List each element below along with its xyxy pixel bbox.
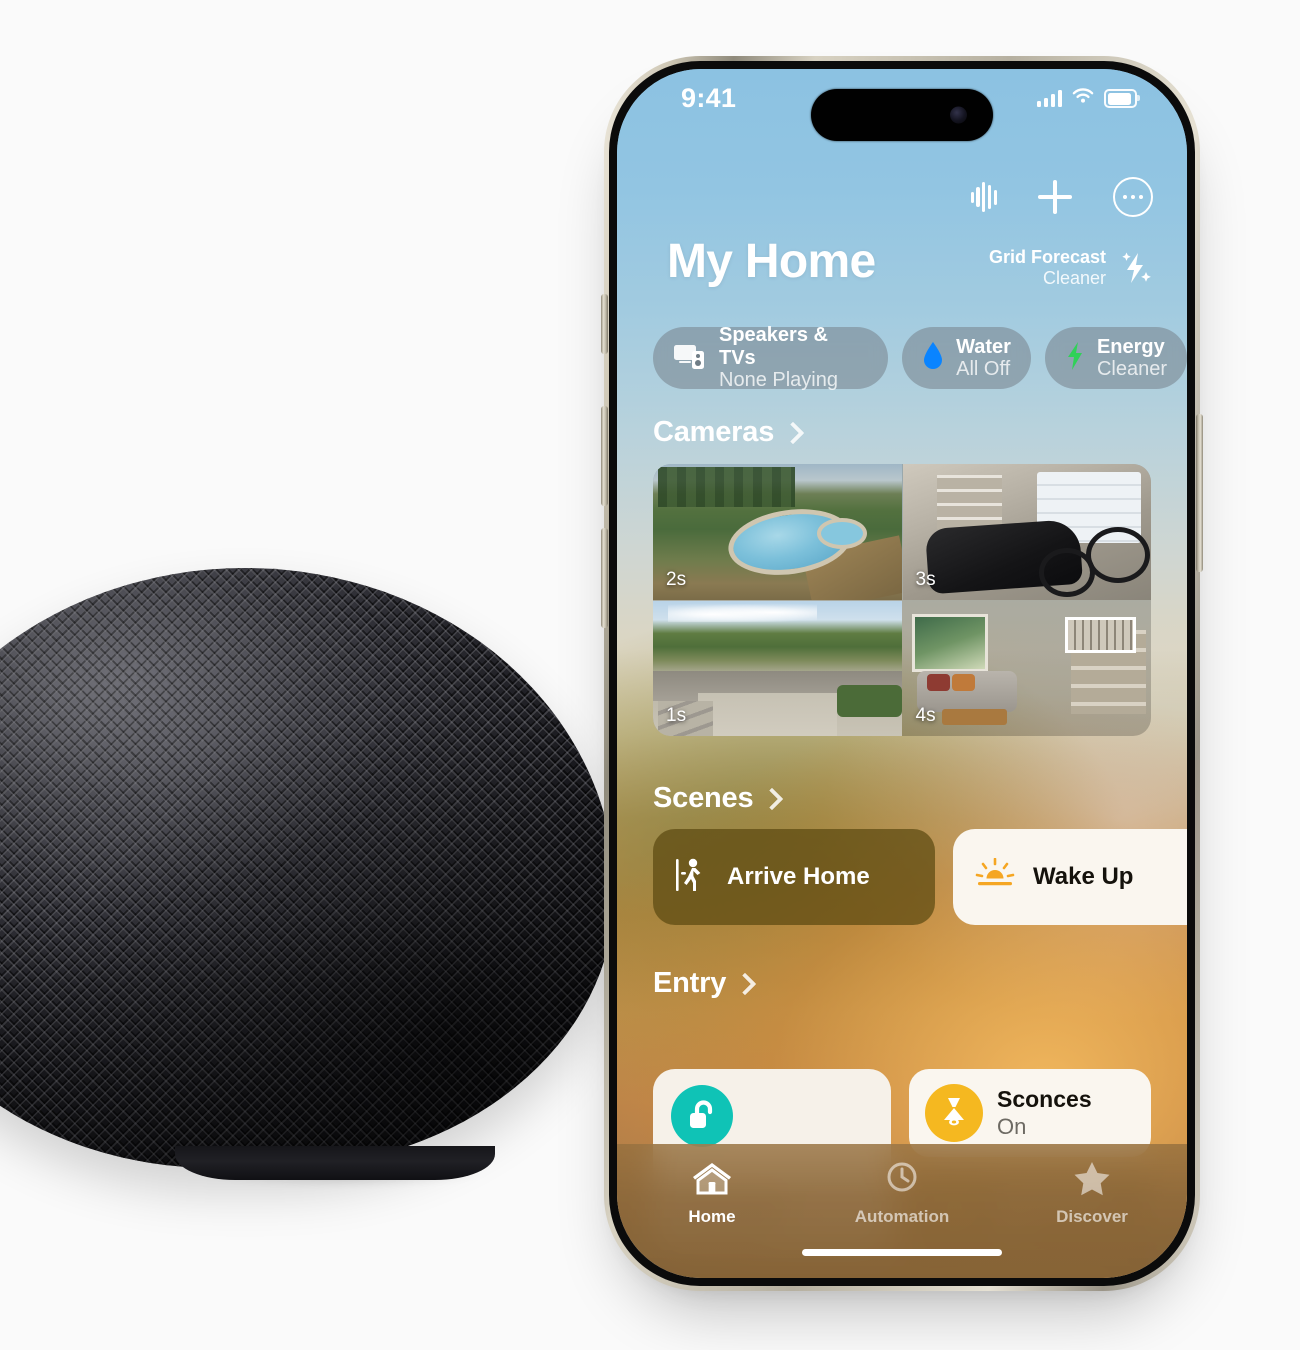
action-button[interactable] [601, 294, 608, 354]
home-indicator[interactable] [802, 1249, 1002, 1256]
status-pill-title: Water [956, 335, 1011, 358]
wifi-icon [1071, 87, 1095, 110]
water-drop-icon [922, 341, 944, 376]
tab-label: Home [688, 1207, 736, 1226]
battery-icon [1104, 89, 1140, 108]
status-pill-text: Speakers & TVs None Playing [719, 324, 868, 391]
chevron-right-icon [764, 789, 775, 808]
section-title-cameras: Cameras [653, 416, 775, 448]
camera-tile-garage[interactable]: 3s [902, 464, 1151, 600]
bolt-icon [1065, 341, 1085, 376]
volume-up-button[interactable] [601, 406, 608, 506]
accessory-status: On [997, 1113, 1027, 1139]
status-pill-title: Energy [1096, 335, 1165, 358]
status-pill-water[interactable]: Water All Off [902, 327, 1031, 389]
cameras-grid: 2s 3s 1s 4s [653, 464, 1151, 736]
camera-tile-driveway[interactable]: 1s [653, 600, 902, 736]
homepod-mini-device [0, 568, 615, 1188]
section-header-entry[interactable]: Entry [653, 967, 748, 1000]
camera-timestamp: 1s [666, 705, 687, 726]
camera-timestamp: 4s [915, 705, 936, 726]
accessory-label: Sconces [997, 1086, 1092, 1113]
section-header-cameras[interactable]: Cameras [653, 416, 796, 449]
tab-bar: Home Automation Discover [617, 1144, 1187, 1278]
section-title-scenes: Scenes [653, 782, 754, 814]
section-title-entry: Entry [653, 967, 727, 999]
grid-forecast-text: Grid Forecast Cleaner [989, 247, 1106, 289]
tab-home[interactable]: Home [617, 1160, 807, 1227]
scene-label: Arrive Home [727, 863, 870, 890]
front-camera-icon [950, 106, 967, 124]
scene-coffee-table [942, 708, 1007, 726]
scene-tile-wake-up[interactable]: Wake Up [953, 829, 1187, 925]
volume-down-button[interactable] [601, 528, 608, 628]
sunrise-icon [975, 857, 1015, 897]
home-toolbar [970, 177, 1153, 217]
section-header-scenes[interactable]: Scenes [653, 782, 775, 815]
status-pill-subtitle: None Playing [719, 369, 838, 392]
power-button[interactable] [1196, 414, 1203, 572]
lock-open-icon [671, 1085, 733, 1147]
cellular-bars-icon [1036, 90, 1062, 107]
camera-tile-pool[interactable]: 2s [653, 464, 902, 600]
scene-driveway [697, 692, 837, 736]
scene-trees [657, 466, 795, 508]
bolt-sparkle-icon [1117, 249, 1153, 287]
homepod-base [175, 1146, 495, 1180]
status-pill-text: Energy Cleaner [1097, 336, 1167, 381]
person-walking-door-icon [675, 855, 709, 900]
status-bar-time: 9:41 [681, 83, 737, 113]
plus-icon[interactable] [1038, 180, 1072, 214]
status-pill-title: Speakers & TVs [719, 324, 828, 369]
grid-forecast-title: Grid Forecast [988, 247, 1106, 267]
scene-photo-wall [1065, 616, 1137, 653]
scene-bicycle [1037, 521, 1151, 598]
camera-timestamp: 3s [915, 568, 936, 590]
tv-speaker-icon [673, 342, 707, 375]
scene-cushion [927, 673, 950, 692]
camera-tile-living-room[interactable]: 4s [903, 601, 1152, 737]
waveform-icon[interactable] [970, 181, 997, 213]
status-pills: Speakers & TVs None Playing Water All Of… [653, 324, 1187, 391]
tab-discover[interactable]: Discover [997, 1160, 1187, 1227]
scenes-row: Arrive Home Wake Up [653, 829, 1187, 925]
scene-clouds [667, 603, 817, 623]
more-options-icon[interactable] [1113, 177, 1153, 217]
status-bar-indicators [1036, 87, 1140, 110]
scene-tile-arrive-home[interactable]: Arrive Home [653, 829, 935, 925]
scene-label: Wake Up [1033, 863, 1134, 890]
clock-check-icon [882, 1160, 922, 1201]
scene-artwork [912, 614, 989, 672]
chevron-right-icon [737, 974, 748, 993]
dynamic-island [811, 89, 993, 141]
status-pill-subtitle: All Off [956, 358, 1011, 380]
homepod-body [0, 568, 615, 1168]
homepod-shading [0, 568, 615, 1168]
scene-cushion [952, 673, 975, 692]
grid-forecast-widget[interactable]: Grid Forecast Cleaner [989, 247, 1153, 289]
star-icon [1072, 1160, 1112, 1201]
camera-timestamp: 2s [666, 568, 687, 590]
tab-label: Automation [854, 1207, 950, 1226]
iphone-device: 9:41 My Home Grid Forecast Cleaner Speak… [601, 56, 1203, 1291]
accessory-text: Sconces On [997, 1086, 1092, 1139]
tab-automation[interactable]: Automation [807, 1160, 997, 1227]
status-pill-energy[interactable]: Energy Cleaner [1044, 327, 1187, 389]
phone-screen: 9:41 My Home Grid Forecast Cleaner Speak… [617, 69, 1187, 1278]
scene-shelf [937, 474, 1002, 530]
chevron-right-icon [785, 423, 796, 442]
house-icon [691, 1160, 733, 1201]
grid-forecast-subtitle: Cleaner [1042, 268, 1106, 289]
scene-hedge [836, 684, 902, 718]
tab-label: Discover [1056, 1207, 1128, 1226]
pendant-lamp-icon [925, 1084, 983, 1142]
status-pill-subtitle: Cleaner [1096, 358, 1167, 380]
status-pill-text: Water All Off [956, 336, 1011, 381]
status-pill-speakers-tvs[interactable]: Speakers & TVs None Playing [653, 324, 889, 391]
status-bar: 9:41 [617, 69, 1187, 141]
page-title: My Home [667, 235, 876, 288]
